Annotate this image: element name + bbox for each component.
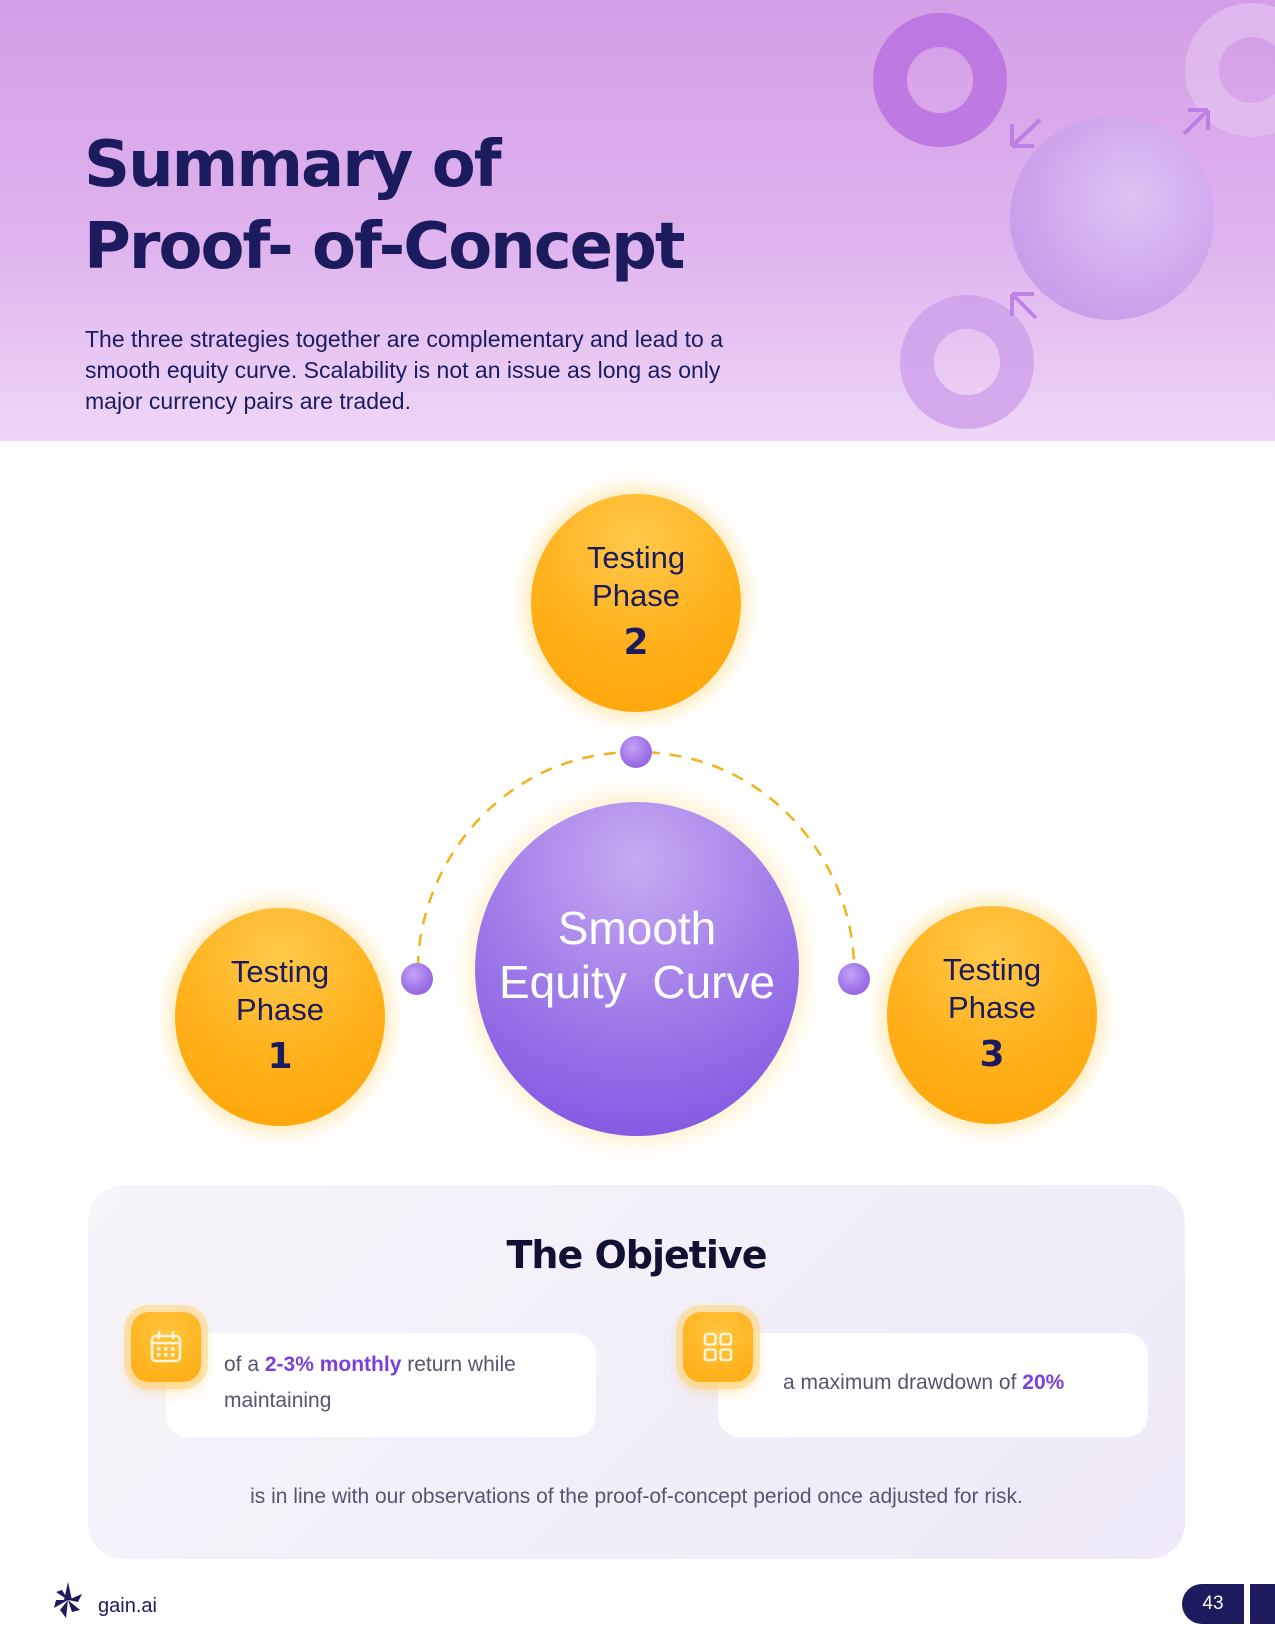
testing-phase-2-circle: Testing Phase 2 [531,494,741,712]
phase-number: 3 [979,1034,1005,1075]
objective-title: The Objetive [506,1233,767,1277]
grid-icon [703,1332,733,1362]
phase-label: Phase [236,992,324,1027]
phase-label: Testing [230,954,330,989]
return-highlight: 2-3% monthly [264,1353,402,1376]
calendar-icon-badge [131,1312,201,1382]
connector-dot-left [401,963,433,995]
center-label: Smooth Equity Curve [498,902,776,1008]
phase-number: 1 [267,1036,293,1077]
page-number: 43 [1182,1584,1244,1624]
phase-label: Testing [942,952,1042,987]
page-edge-marker [1250,1584,1275,1624]
drawdown-text: a maximum drawdown of 20% [783,1365,1143,1401]
phase-label: Phase [948,990,1036,1025]
return-text: of a 2-3% monthly return while maintaini… [224,1347,564,1419]
objective-card-drawdown: a maximum drawdown of 20% [718,1333,1148,1437]
gain-logo-icon [54,1582,82,1618]
objective-panel: The Objetive of a 2-3% monthly return wh… [88,1185,1185,1559]
phase-label: Testing [586,540,686,575]
drawdown-text-prefix: a maximum drawdown of [783,1371,1023,1394]
connector-dot-top [620,736,652,768]
testing-phase-3-circle: Testing Phase 3 [887,906,1097,1124]
testing-phase-1-circle: Testing Phase 1 [175,908,385,1126]
objective-card-return: of a 2-3% monthly return while maintaini… [166,1333,596,1437]
phase-number: 2 [623,622,649,663]
return-text-prefix: of a [224,1353,265,1376]
grid-icon-badge [683,1312,753,1382]
brand-name: gain.ai [98,1595,157,1617]
connector-dot-right [838,963,870,995]
drawdown-highlight: 20% [1022,1371,1065,1394]
smooth-equity-curve-circle: Smooth Equity Curve [475,802,799,1136]
objective-footnote: is in line with our observations of the … [250,1485,1023,1508]
phase-label: Phase [592,578,680,613]
calendar-icon [150,1330,182,1363]
